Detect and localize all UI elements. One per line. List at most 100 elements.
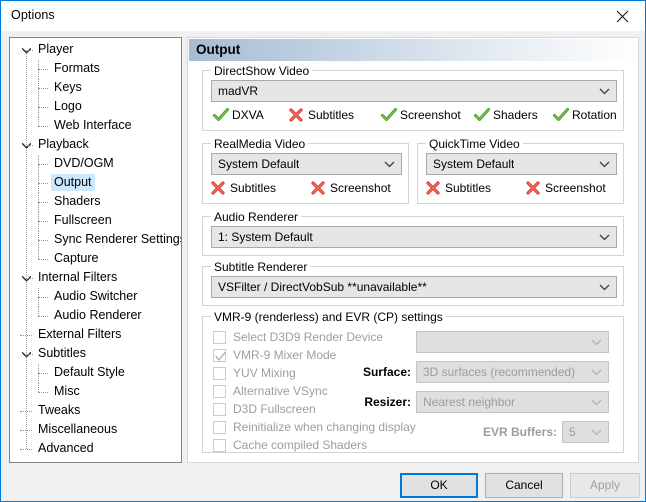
- check-icon: [381, 108, 397, 121]
- tree-item-advanced[interactable]: Advanced: [10, 440, 181, 459]
- d3d9-render-device-combo[interactable]: [416, 331, 609, 353]
- realmedia-capabilities: Subtitles Screenshot: [211, 180, 402, 197]
- evr-buffers-label: EVR Buffers:: [482, 425, 557, 439]
- subtitle-renderer-group: Subtitle Renderer VSFilter / DirectVobSu…: [202, 260, 624, 306]
- chevron-down-icon: [599, 88, 610, 95]
- tree-item-label: External Filters: [38, 327, 122, 341]
- tree-item-label: Shaders: [54, 194, 101, 208]
- cross-icon: [526, 181, 540, 195]
- realmedia-video-value: System Default: [218, 157, 300, 171]
- tree-item-default-style[interactable]: Default Style: [10, 364, 181, 383]
- capability-label: Screenshot: [545, 181, 606, 195]
- tree-connector: [38, 107, 48, 108]
- tree-connector: [38, 69, 48, 70]
- realmedia-video-combo[interactable]: System Default: [211, 153, 402, 175]
- tree-item-logo[interactable]: Logo: [10, 98, 181, 117]
- tree-item-output[interactable]: Output: [10, 174, 181, 193]
- tree-item-audio-renderer[interactable]: Audio Renderer: [10, 307, 181, 326]
- quicktime-video-caption: QuickTime Video: [426, 137, 523, 151]
- tree-connector-v: [38, 79, 39, 88]
- check-icon: [553, 108, 569, 121]
- resizer-label: Resizer:: [364, 395, 411, 409]
- tree-connector: [38, 202, 48, 203]
- quicktime-video-combo[interactable]: System Default: [426, 153, 617, 175]
- tree-item-tweaks[interactable]: Tweaks: [10, 402, 181, 421]
- page-header: Output: [189, 39, 638, 61]
- tree-connector: [28, 50, 33, 51]
- directshow-video-combo[interactable]: madVR: [211, 80, 617, 102]
- settings-tree[interactable]: Player Formats Keys Logo Web Interface Playba…: [9, 37, 182, 463]
- tree-item-formats[interactable]: Formats: [10, 60, 181, 79]
- tree-item-external-filters[interactable]: External Filters: [10, 326, 181, 345]
- checkbox-box: [213, 439, 226, 452]
- tree-item-fullscreen[interactable]: Fullscreen: [10, 212, 181, 231]
- check-icon: [213, 108, 229, 121]
- chevron-down-icon: [599, 161, 610, 168]
- close-icon: [616, 10, 629, 23]
- tree-item-capture[interactable]: Capture: [10, 250, 181, 269]
- tree-connector-v: [38, 117, 39, 126]
- checkbox-box: [213, 349, 226, 362]
- tree-connector-v2: [38, 107, 39, 117]
- tree-item-miscellaneous[interactable]: Miscellaneous: [10, 421, 181, 440]
- audio-renderer-group: Audio Renderer 1: System Default: [202, 210, 624, 256]
- chevron-down-icon: [599, 234, 610, 241]
- tree-item-internal-filters[interactable]: Internal Filters: [10, 269, 181, 288]
- ok-button[interactable]: OK: [400, 473, 478, 498]
- tree-item-misc[interactable]: Misc: [10, 383, 181, 402]
- directshow-video-caption: DirectShow Video: [211, 64, 313, 78]
- tree-connector-v2: [38, 373, 39, 383]
- chevron-down-icon: [591, 399, 602, 406]
- tree-item-sync-renderer-settings[interactable]: Sync Renderer Settings: [10, 231, 181, 250]
- audio-renderer-value: 1: System Default: [218, 230, 313, 244]
- options-dialog: Options Player Formats Keys Logo Web Interfa…: [0, 0, 646, 502]
- checkbox-box: [213, 331, 226, 344]
- checkmark-icon: [215, 351, 226, 361]
- tree-connector-v2: [38, 88, 39, 98]
- tree-item-web-interface[interactable]: Web Interface: [10, 117, 181, 136]
- directshow-video-value: madVR: [218, 84, 259, 98]
- audio-renderer-combo[interactable]: 1: System Default: [211, 226, 617, 248]
- tree-item-label: Output: [51, 174, 95, 191]
- apply-button[interactable]: Apply: [570, 473, 640, 498]
- evr-buffers-value: 5: [569, 425, 576, 439]
- tree-item-dvd-ogm[interactable]: DVD/OGM: [10, 155, 181, 174]
- tree-connector-v: [38, 307, 39, 316]
- tree-connector: [20, 411, 32, 412]
- tree-connector-v: [38, 383, 39, 392]
- chevron-down-icon: [599, 284, 610, 291]
- capability-label: Screenshot: [330, 181, 391, 195]
- cancel-button[interactable]: Cancel: [485, 473, 563, 498]
- checkbox-box: [213, 367, 226, 380]
- checkbox-label: Select D3D9 Render Device: [233, 330, 384, 344]
- tree-connector: [38, 297, 48, 298]
- tree-item-shaders[interactable]: Shaders: [10, 193, 181, 212]
- realmedia-video-group: RealMedia Video System Default Subtitles…: [202, 137, 409, 204]
- tree-item-label: Player: [38, 42, 74, 56]
- tree-connector-v2: [38, 183, 39, 193]
- tree-connector-v2: [38, 297, 39, 307]
- tree-item-label: Playback: [38, 137, 89, 151]
- tree-item-label: Logo: [54, 99, 82, 113]
- resizer-combo[interactable]: Nearest neighbor: [416, 391, 609, 413]
- surface-combo[interactable]: 3D surfaces (recommended): [416, 361, 609, 383]
- tree-connector: [20, 449, 32, 450]
- tree-item-keys[interactable]: Keys: [10, 79, 181, 98]
- audio-renderer-caption: Audio Renderer: [211, 210, 302, 224]
- directshow-video-group: DirectShow Video madVR DXVA Subtitles Scre…: [202, 64, 624, 131]
- subtitle-renderer-value: VSFilter / DirectVobSub **unavailable**: [218, 280, 427, 294]
- tree-item-player[interactable]: Player: [10, 41, 181, 60]
- checkbox-label: D3D Fullscreen: [233, 402, 316, 416]
- subtitle-renderer-combo[interactable]: VSFilter / DirectVobSub **unavailable**: [211, 276, 617, 298]
- close-button[interactable]: [600, 1, 645, 30]
- tree-connector-v: [38, 231, 39, 240]
- tree-item-label: Default Style: [54, 365, 125, 379]
- tree-connector: [20, 430, 32, 431]
- tree-item-label: Capture: [54, 251, 99, 265]
- tree-item-audio-switcher[interactable]: Audio Switcher: [10, 288, 181, 307]
- evr-buffers-combo[interactable]: 5: [562, 421, 609, 443]
- tree-item-subtitles[interactable]: Subtitles: [10, 345, 181, 364]
- check-icon: [474, 108, 490, 121]
- resizer-value: Nearest neighbor: [423, 395, 516, 409]
- tree-item-playback[interactable]: Playback: [10, 136, 181, 155]
